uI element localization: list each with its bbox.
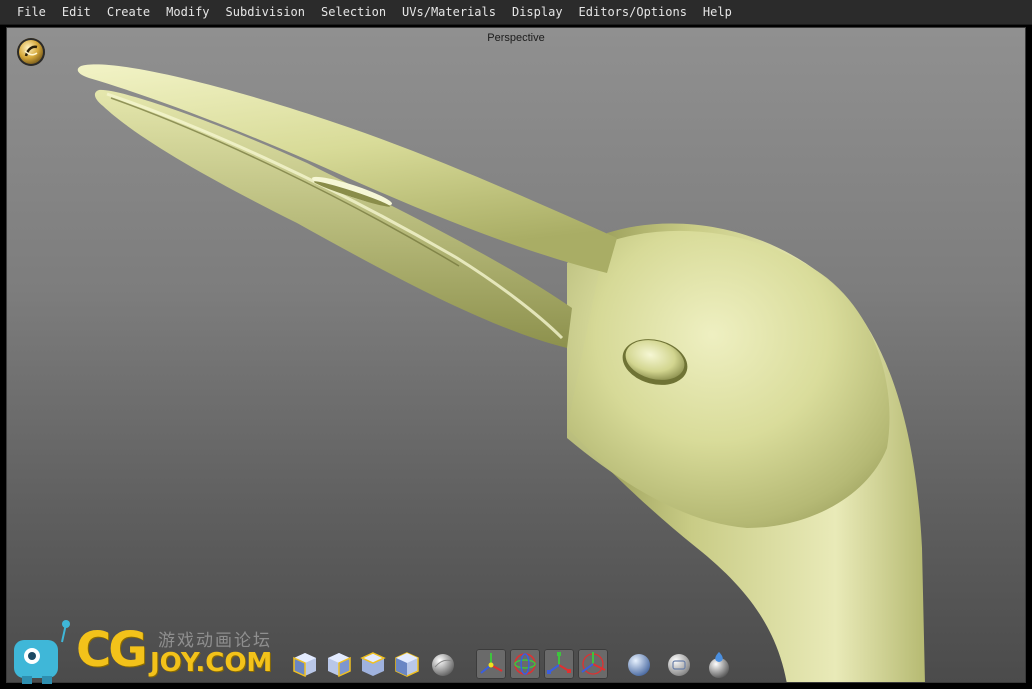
material-sphere-icon[interactable] bbox=[704, 649, 734, 679]
menu-file[interactable]: File bbox=[10, 5, 53, 19]
cgjoy-watermark: CG 游戏动画论坛 JOY.COM bbox=[8, 612, 308, 688]
move-tool-icon[interactable] bbox=[476, 649, 506, 679]
perspective-viewport[interactable]: Perspective bbox=[6, 27, 1026, 683]
heron-head-model[interactable] bbox=[7, 28, 1026, 683]
shaded-sphere-icon[interactable] bbox=[624, 649, 654, 679]
menu-editors-options[interactable]: Editors/Options bbox=[572, 5, 694, 19]
bottom-toolbar bbox=[290, 649, 750, 683]
watermark-logo-main: CG bbox=[76, 622, 148, 678]
cube-top-icon[interactable] bbox=[358, 649, 388, 679]
cube-side-icon[interactable] bbox=[324, 649, 354, 679]
menu-edit[interactable]: Edit bbox=[55, 5, 98, 19]
menu-bar: File Edit Create Modify Subdivision Sele… bbox=[0, 0, 1032, 25]
scale-tool-icon[interactable] bbox=[544, 649, 574, 679]
wireframe-sphere-icon[interactable] bbox=[664, 649, 694, 679]
menu-selection[interactable]: Selection bbox=[314, 5, 393, 19]
robot-mascot-icon bbox=[14, 620, 70, 684]
menu-create[interactable]: Create bbox=[100, 5, 157, 19]
sphere-icon[interactable] bbox=[428, 649, 458, 679]
menu-display[interactable]: Display bbox=[505, 5, 570, 19]
rotate-tool-icon[interactable] bbox=[510, 649, 540, 679]
menu-subdivision[interactable]: Subdivision bbox=[219, 5, 312, 19]
cube-persp-icon[interactable] bbox=[392, 649, 422, 679]
universal-tool-icon[interactable] bbox=[578, 649, 608, 679]
menu-help[interactable]: Help bbox=[696, 5, 739, 19]
menu-uvs-materials[interactable]: UVs/Materials bbox=[395, 5, 503, 19]
watermark-logo-sub: JOY.COM bbox=[150, 648, 273, 678]
menu-modify[interactable]: Modify bbox=[159, 5, 216, 19]
